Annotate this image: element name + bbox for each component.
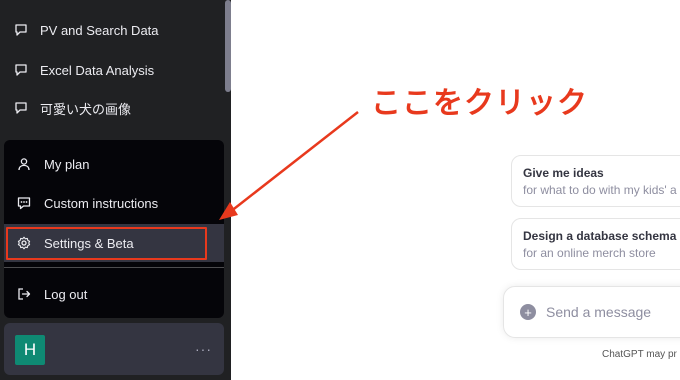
log-out-menu-item[interactable]: Log out	[4, 275, 224, 313]
chat-bubble-icon	[14, 101, 28, 115]
menu-divider	[4, 267, 224, 268]
user-account-button[interactable]: H ···	[4, 323, 224, 375]
message-input[interactable]: Send a message	[546, 304, 651, 320]
main-panel: ここをクリック Give me ideas for what to do wit…	[231, 0, 680, 380]
custom-instructions-menu-item[interactable]: Custom instructions	[4, 184, 224, 222]
custom-instructions-label: Custom instructions	[44, 195, 159, 211]
my-plan-label: My plan	[44, 156, 90, 172]
annotation-text: ここをクリック	[371, 86, 588, 121]
suggestion-title: Give me ideas	[523, 166, 604, 180]
more-options-icon[interactable]: ···	[195, 341, 212, 357]
suggestion-subtitle: for an online merch store	[523, 246, 656, 260]
conversation-label: 可愛い犬の画像	[40, 101, 132, 117]
chat-bubble-icon	[14, 23, 28, 37]
message-composer[interactable]: + Send a message	[503, 286, 680, 338]
highlight-box	[6, 227, 207, 260]
suggestion-title: Design a database schema	[523, 229, 677, 243]
avatar: H	[15, 335, 45, 365]
user-icon	[16, 156, 32, 172]
conversation-label: PV and Search Data	[40, 22, 159, 38]
suggestion-card[interactable]: Give me ideas for what to do with my kid…	[511, 155, 680, 207]
my-plan-menu-item[interactable]: My plan	[4, 145, 224, 183]
sidebar: PV and Search Data Excel Data Analysis 可…	[0, 0, 231, 380]
suggestion-card[interactable]: Design a database schema for an online m…	[511, 218, 680, 270]
disclaimer-text: ChatGPT may pr	[602, 349, 677, 360]
conversation-item[interactable]: 可愛い犬の画像	[14, 97, 131, 119]
suggestion-subtitle: for what to do with my kids' a	[523, 183, 677, 197]
log-out-label: Log out	[44, 286, 88, 302]
conversation-label: Excel Data Analysis	[40, 62, 155, 78]
message-dots-icon	[16, 195, 32, 211]
plus-icon[interactable]: +	[520, 304, 536, 320]
log-out-icon	[16, 286, 32, 302]
conversation-item[interactable]: PV and Search Data	[14, 19, 159, 41]
conversation-item[interactable]: Excel Data Analysis	[14, 59, 154, 81]
chat-bubble-icon	[14, 63, 28, 77]
